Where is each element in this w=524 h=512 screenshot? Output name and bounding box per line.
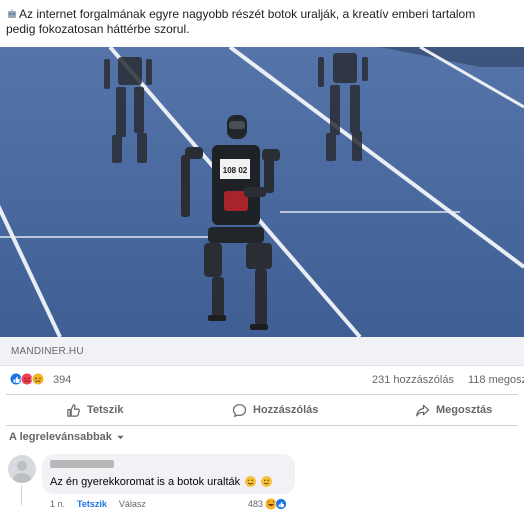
share-button[interactable]: Megosztás	[415, 397, 492, 423]
avatar[interactable]	[8, 455, 36, 483]
comment-time[interactable]: 1 n.	[50, 499, 65, 509]
comments-count[interactable]: 231 hozzászólás	[372, 374, 454, 386]
link-domain: MANDINER.HU	[11, 346, 84, 357]
post-actions: Tetszik Hozzászólás Megosztás	[0, 397, 524, 423]
comment-like-link[interactable]: Tetszik	[77, 499, 107, 509]
post-photo[interactable]: 108 02	[0, 47, 524, 337]
wink-emoji-icon	[245, 476, 257, 487]
comment-reply-link[interactable]: Válasz	[119, 499, 146, 509]
reactions-summary: 394 231 hozzászólás 118 megosztás	[0, 370, 524, 390]
sort-label: A legrelevánsabbak	[9, 431, 112, 443]
like-label: Tetszik	[87, 404, 124, 416]
reaction-count[interactable]: 394	[53, 374, 71, 386]
robot-race-photo: 108 02	[0, 47, 524, 337]
default-avatar-icon	[13, 461, 31, 483]
laugh-like-reaction-icons	[265, 498, 287, 510]
robot-emoji-icon	[8, 9, 16, 18]
comment-text: Az én gyerekkoromat is a botok uralták	[50, 476, 273, 488]
comment-label: Hozzászólás	[253, 404, 319, 416]
comment-button[interactable]: Hozzászólás	[232, 397, 318, 423]
shares-count[interactable]: 118 megosztás	[468, 374, 524, 386]
caret-down-icon	[117, 435, 124, 439]
divider	[6, 425, 518, 426]
link-preview-bar[interactable]: MANDINER.HU	[0, 337, 524, 366]
comment-reaction-count: 483	[248, 499, 264, 509]
speech-bubble-icon	[232, 403, 247, 417]
comment-sort-dropdown[interactable]: A legrelevánsabbak	[9, 431, 125, 443]
comment-meta: 1 n. Tetszik Válasz	[50, 499, 146, 509]
share-arrow-icon	[416, 404, 430, 416]
comment-text-content: Az én gyerekkoromat is a botok uralták	[50, 476, 241, 488]
bib-number: 108 02	[223, 166, 248, 175]
smiling-emoji-icon	[261, 476, 273, 487]
redacted-commenter-name	[50, 460, 114, 468]
share-label: Megosztás	[436, 404, 493, 416]
thumbs-up-icon	[67, 403, 80, 417]
like-button[interactable]: Tetszik	[66, 397, 123, 423]
comment-bubble: Az én gyerekkoromat is a botok uralták	[42, 454, 295, 494]
divider	[6, 394, 518, 395]
reaction-icons[interactable]	[9, 372, 53, 386]
thread-line	[21, 485, 22, 505]
post-text: Az internet forgalmának egyre nagyobb ré…	[6, 7, 506, 37]
post-text-content: Az internet forgalmának egyre nagyobb ré…	[6, 7, 476, 36]
comment-reactions[interactable]: 483	[248, 498, 289, 510]
